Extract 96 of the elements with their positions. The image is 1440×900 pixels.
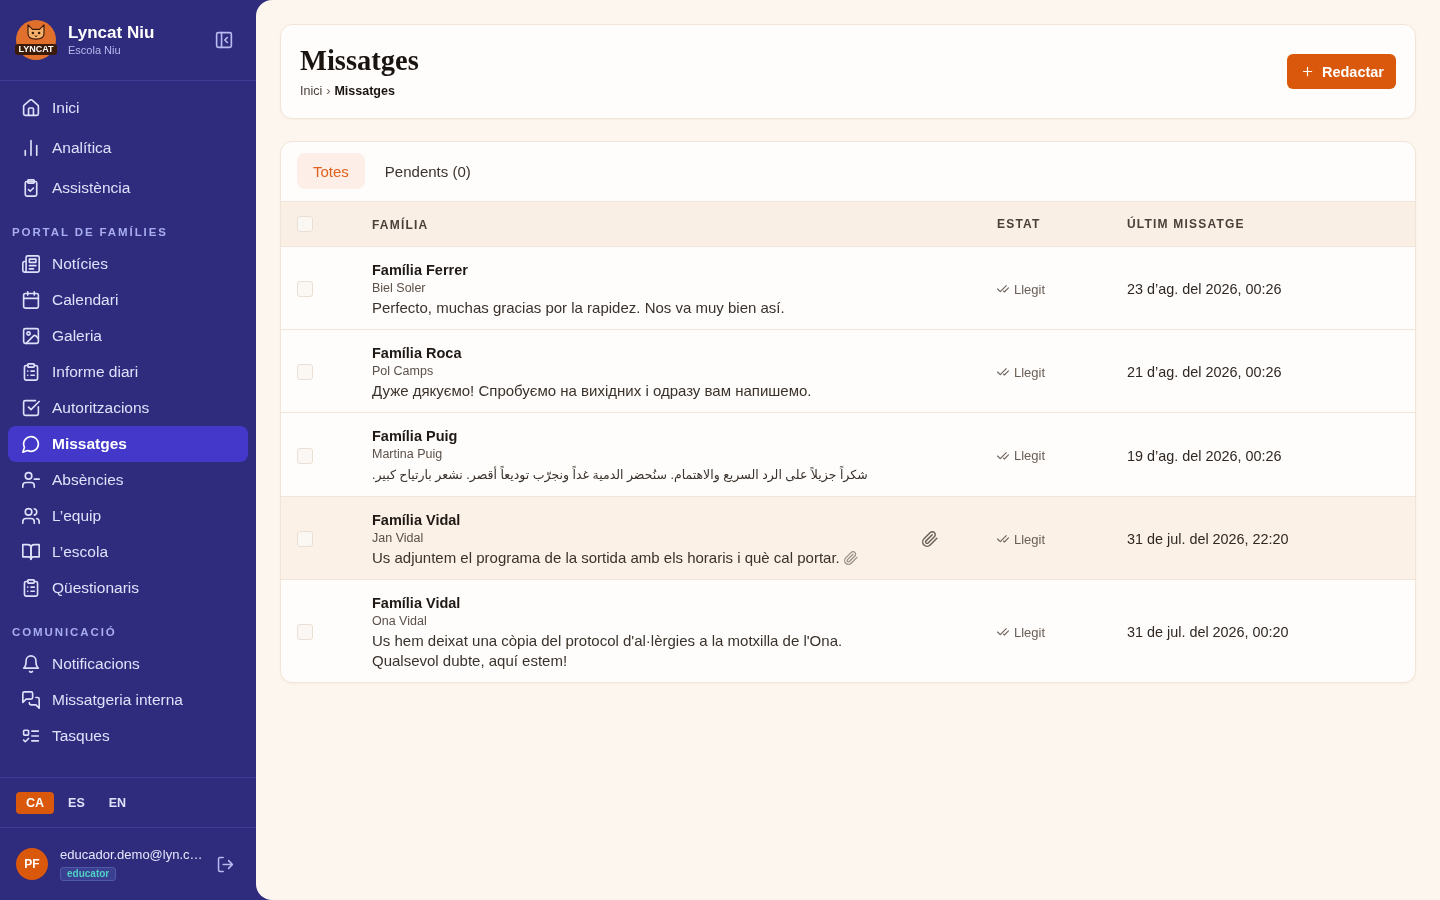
double-check-icon: [997, 626, 1009, 638]
nav-item[interactable]: Calendari: [8, 282, 248, 318]
checked-square-icon: [22, 399, 40, 417]
cat-face-icon: [25, 24, 47, 40]
message-preview: Us adjuntem el programa de la sortida amb els horaris i què cal portar.: [372, 549, 840, 566]
double-check-icon: [997, 533, 1009, 545]
double-check-icon: [997, 283, 1009, 295]
status-label: Llegit: [1014, 531, 1046, 547]
table-row[interactable]: Família Roca Pol Camps Дуже дякуємо! Спробуємо на вихідних і одразу вам напишемо. Llegit 21 d’ag. del 2026, 00:26: [281, 330, 1415, 413]
nav-item[interactable]: L’equip: [8, 498, 248, 534]
nav-item[interactable]: Analítica: [8, 130, 248, 166]
compose-button[interactable]: Redactar: [1286, 54, 1396, 89]
message-date: 31 de jul. del 2026, 22:20: [1127, 531, 1289, 547]
nav-item[interactable]: Autoritzacions: [8, 390, 248, 426]
nav-item[interactable]: Qüestionaris: [8, 570, 248, 606]
column-header: ÚLTIM MISSATGE: [1127, 217, 1245, 231]
nav-item[interactable]: L’escola: [8, 534, 248, 570]
clipboard-list-icon: [22, 579, 40, 597]
family-name: Família Ferrer: [372, 261, 469, 280]
message-date: 31 de jul. del 2026, 00:20: [1127, 624, 1289, 640]
contact-name: Jan Vidal: [372, 530, 425, 546]
nav-item[interactable]: Missatges: [8, 426, 248, 462]
bar-chart-icon: [22, 139, 40, 157]
language-button[interactable]: CA: [16, 791, 55, 814]
message-preview: Us hem deixat una còpia del protocol d'al·lèrgies a la motxilla de l'Ona. Qualsevol dubte, aquí estem!: [372, 632, 843, 669]
book-icon: [22, 543, 40, 561]
user-minus-icon: [22, 471, 40, 489]
contact-name: Pol Camps: [372, 363, 435, 379]
nav-item[interactable]: Informe diari: [8, 354, 248, 390]
row-checkbox[interactable]: [297, 624, 313, 640]
plus-icon: [1300, 65, 1314, 78]
calendar-icon: [22, 291, 40, 309]
user-email: educador.demo@lyn.c…: [60, 847, 203, 862]
status-label: Llegit: [1014, 364, 1046, 380]
school-name: Escola Niu: [68, 43, 121, 57]
clipboard-check-icon: [22, 179, 40, 197]
status-label: Llegit: [1014, 281, 1046, 297]
section-heading: COMUNICACIÓ: [12, 625, 117, 640]
home-icon: [22, 99, 40, 117]
table-row[interactable]: Família Ferrer Biel Soler Perfecto, muchas gracias por la rapidez. Nos va muy bien así. Llegit 23 d’ag. del 2026, 00:26: [281, 247, 1415, 330]
family-name: Família Roca: [372, 344, 463, 363]
message-preview: شكراً جزيلاً على الرد السريع والاهتمام. سنُحضر الدمية غداً ونجرّب توديعاً أقصر. نشعر بارتياح كبير.: [372, 468, 868, 482]
nav-item[interactable]: Tasques: [8, 718, 248, 754]
image-icon: [22, 327, 40, 345]
page-title: Missatges: [300, 44, 419, 78]
brand-name: Lyncat Niu: [68, 23, 155, 43]
users-icon: [22, 507, 40, 525]
breadcrumb-separator: ›: [326, 83, 331, 99]
family-name: Família Puig: [372, 427, 459, 446]
message-preview: Perfecto, muchas gracias por la rapidez. Nos va muy bien así.: [372, 299, 785, 316]
family-name: Família Vidal: [372, 594, 462, 613]
table-row[interactable]: Família Vidal Ona Vidal Us hem deixat una còpia del protocol d'al·lèrgies a la motxilla de l'Ona. Qualsevol dubte, aquí estem! Llegit 31 de jul. del 2026, 00:20: [281, 580, 1415, 682]
column-header: FAMÍLIA: [372, 218, 429, 232]
breadcrumb-current: Missatges: [334, 83, 395, 99]
message-preview: Дуже дякуємо! Спробуємо на вихідних і одразу вам напишемо.: [372, 382, 812, 399]
language-button[interactable]: EN: [98, 791, 137, 814]
section-heading: PORTAL DE FAMÍLIES: [12, 225, 168, 240]
nav-item[interactable]: Galeria: [8, 318, 248, 354]
nav-item[interactable]: Notificacions: [8, 646, 248, 682]
nav-item[interactable]: Notícies: [8, 246, 248, 282]
row-checkbox[interactable]: [297, 364, 313, 380]
nav-item[interactable]: Inici: [8, 90, 248, 126]
message-date: 23 d’ag. del 2026, 00:26: [1127, 281, 1282, 297]
status-label: Llegit: [1014, 624, 1046, 640]
newspaper-icon: [22, 255, 40, 273]
nav-item[interactable]: Missatgeria interna: [8, 682, 248, 718]
user-avatar: PF: [16, 848, 48, 880]
select-all-checkbox[interactable]: [297, 216, 313, 232]
nav-item[interactable]: Absències: [8, 462, 248, 498]
tab[interactable]: Pendents (0): [368, 153, 487, 189]
double-check-icon: [997, 366, 1009, 378]
role-badge: educator: [60, 867, 117, 881]
language-button[interactable]: ES: [58, 791, 95, 814]
chat-bubbles-icon: [22, 691, 40, 709]
message-date: 19 d’ag. del 2026, 00:26: [1127, 447, 1282, 464]
row-checkbox[interactable]: [297, 447, 313, 464]
status-label: Llegit: [1014, 448, 1046, 463]
bell-icon: [22, 655, 40, 673]
row-checkbox[interactable]: [297, 531, 313, 547]
contact-name: Martina Puig: [372, 446, 444, 462]
double-check-icon: [997, 449, 1009, 462]
column-header: ESTAT: [997, 217, 1041, 231]
sidebar-collapse-icon[interactable]: [215, 31, 233, 49]
breadcrumb-link[interactable]: Inici: [300, 83, 323, 99]
family-name: Família Vidal: [372, 511, 462, 530]
checklist-icon: [22, 727, 40, 745]
clipboard-list-icon: [22, 363, 40, 381]
contact-name: Biel Soler: [372, 280, 427, 296]
table-row[interactable]: Família Vidal Jan Vidal Us adjuntem el programa de la sortida amb els horaris i què cal portar. Llegit 31 de jul. del 2026, 22:20: [281, 497, 1415, 580]
chat-bubble-icon: [22, 435, 40, 453]
logout-icon[interactable]: [217, 855, 234, 873]
message-date: 21 d’ag. del 2026, 00:26: [1127, 364, 1282, 380]
contact-name: Ona Vidal: [372, 613, 428, 629]
row-checkbox[interactable]: [297, 281, 313, 297]
nav-item[interactable]: Assistència: [8, 170, 248, 206]
logo-text: LYNCAT: [15, 44, 57, 55]
